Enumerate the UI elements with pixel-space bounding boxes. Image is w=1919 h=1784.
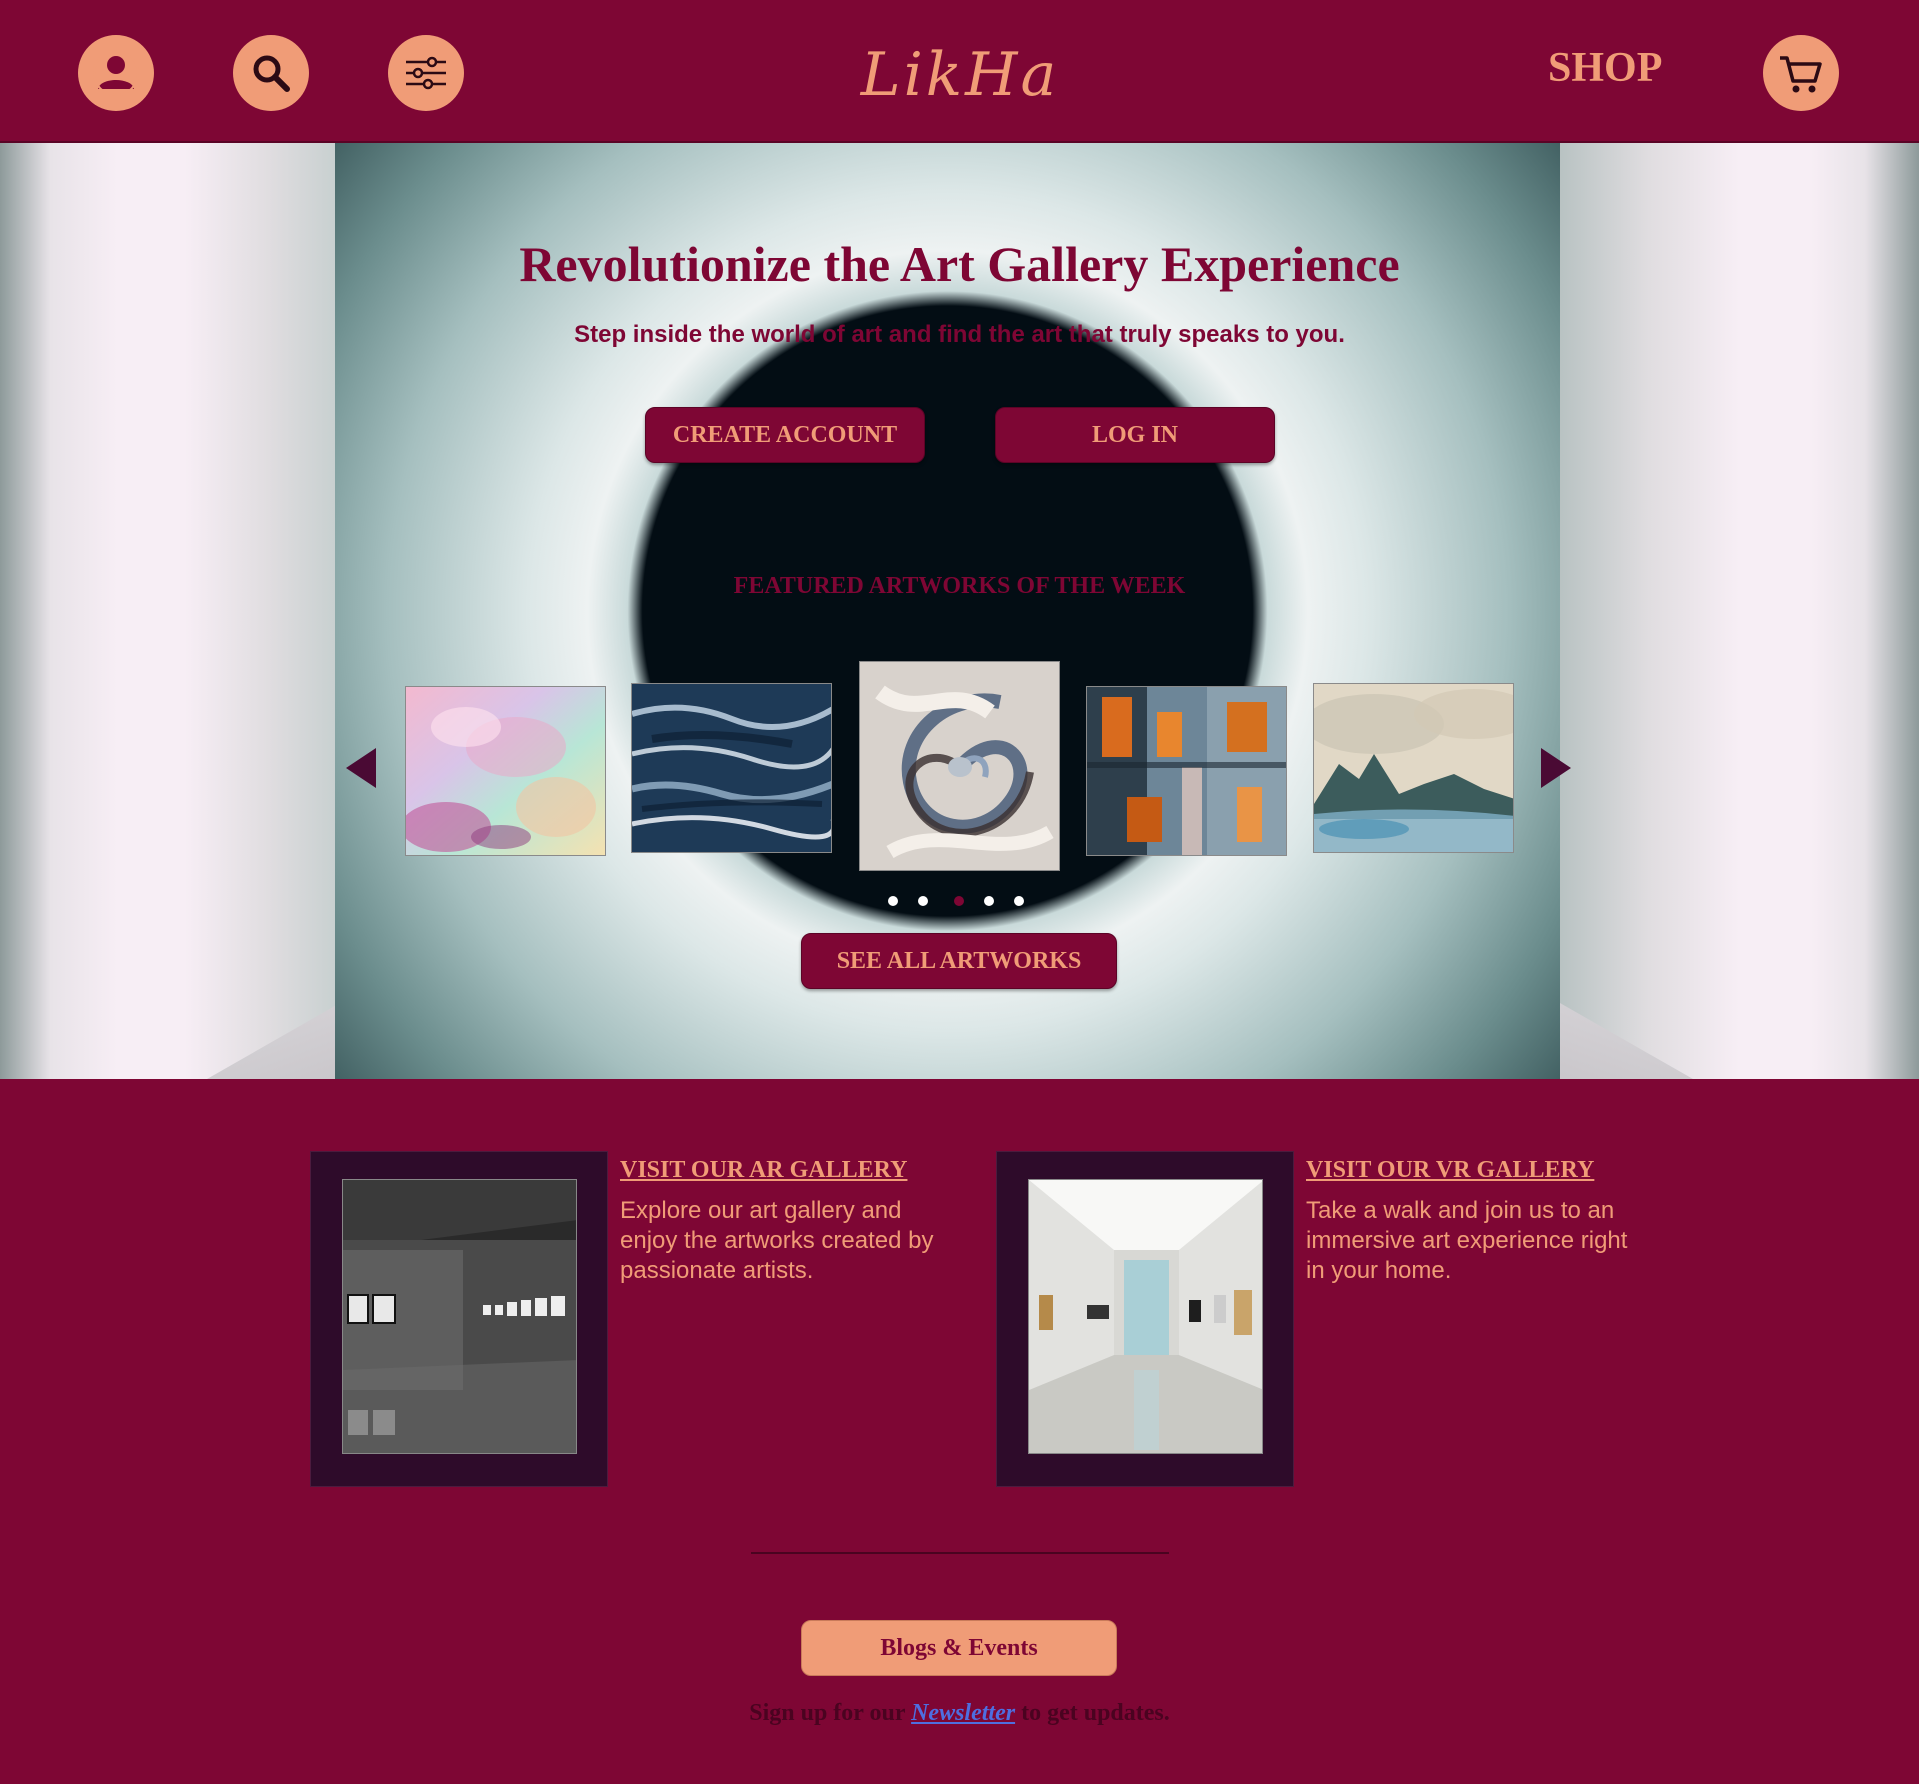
carousel-dot[interactable] (888, 896, 898, 906)
see-all-artworks-button[interactable]: SEE ALL ARTWORKS (801, 933, 1117, 989)
shop-link[interactable]: SHOP (1548, 44, 1662, 92)
artwork-orange-abstract[interactable] (1086, 686, 1287, 856)
ar-gallery-image[interactable] (342, 1179, 577, 1454)
vr-gallery-description: Take a walk and join us to an immersive … (1306, 1197, 1628, 1284)
hero-title: Revolutionize the Art Gallery Experience (519, 236, 1400, 292)
vr-gallery-card[interactable] (996, 1151, 1294, 1487)
vr-gallery-title[interactable]: VISIT OUR VR GALLERY (1306, 1157, 1594, 1184)
ar-gallery-card[interactable] (310, 1151, 608, 1487)
vr-gallery-image[interactable] (1028, 1179, 1263, 1454)
ar-gallery-title[interactable]: VISIT OUR AR GALLERY (620, 1157, 907, 1184)
create-account-button[interactable]: CREATE ACCOUNT (645, 407, 925, 463)
newsletter-link[interactable]: Newsletter (911, 1700, 1015, 1726)
carousel-prev-arrow-icon[interactable] (346, 748, 376, 788)
section-divider (751, 1552, 1169, 1554)
filter-icon[interactable] (388, 35, 464, 111)
site-logo[interactable]: LikHa (858, 30, 1062, 120)
carousel-next-arrow-icon[interactable] (1541, 748, 1571, 788)
carousel-dot[interactable] (918, 896, 928, 906)
artwork-watercolor-landscape[interactable] (1313, 683, 1514, 853)
blogs-events-button[interactable]: Blogs & Events (801, 1620, 1117, 1676)
hero-subtitle: Step inside the world of art and find th… (574, 321, 1345, 348)
artwork-pastel-abstract[interactable] (405, 686, 606, 856)
search-icon[interactable] (233, 35, 309, 111)
carousel-dot[interactable] (984, 896, 994, 906)
artwork-ocean-waves[interactable] (631, 683, 832, 853)
user-icon[interactable] (78, 35, 154, 111)
featured-heading: FEATURED ARTWORKS OF THE WEEK (733, 573, 1186, 599)
newsletter-suffix: to get updates. (1015, 1700, 1170, 1726)
login-button[interactable]: LOG IN (995, 407, 1275, 463)
artwork-marble-swirl[interactable] (859, 661, 1060, 871)
carousel-dot[interactable] (1014, 896, 1024, 906)
carousel-dot-active[interactable] (954, 896, 964, 906)
newsletter-prefix: Sign up for our (749, 1700, 912, 1726)
newsletter-text: Sign up for our Newsletter to get update… (0, 1700, 1919, 1727)
cart-icon[interactable] (1763, 35, 1839, 111)
hero-section: Revolutionize the Art Gallery Experience… (0, 143, 1919, 1079)
ar-gallery-description: Explore our art gallery and enjoy the ar… (620, 1197, 934, 1284)
site-header: LikHa SHOP (0, 0, 1919, 143)
